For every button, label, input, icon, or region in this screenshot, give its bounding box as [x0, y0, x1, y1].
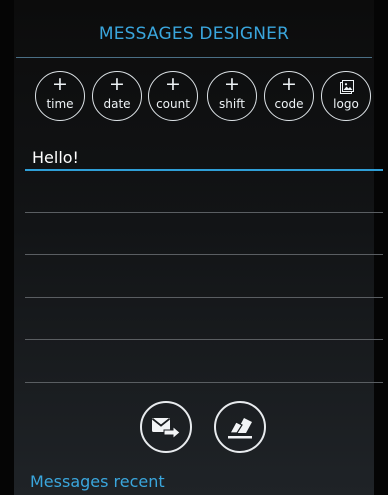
page-title: MESSAGES DESIGNER: [98, 24, 290, 44]
plus-icon: +: [224, 73, 240, 95]
add-code-button[interactable]: + code: [264, 71, 314, 121]
add-shift-button[interactable]: + shift: [207, 71, 257, 121]
empty-message-line: [25, 254, 383, 255]
eraser-icon: [228, 418, 252, 439]
add-count-button[interactable]: + count: [148, 71, 198, 121]
add-time-button[interactable]: + time: [35, 71, 85, 121]
plus-icon: +: [109, 73, 125, 95]
title-divider: [16, 57, 372, 58]
send-message-icon: [151, 418, 181, 440]
add-logo-label: logo: [333, 97, 359, 111]
clear-message-button[interactable]: [214, 401, 266, 453]
add-date-label: date: [103, 97, 131, 111]
empty-message-line: [25, 297, 383, 298]
add-shift-label: shift: [219, 97, 245, 111]
right-edge-shade: [374, 0, 388, 495]
insert-token-buttons: + time + date + count + shift + code log: [35, 71, 375, 121]
add-code-label: code: [274, 97, 304, 111]
image-icon: [340, 80, 354, 94]
empty-message-line: [25, 339, 383, 340]
plus-icon: +: [52, 73, 68, 95]
messages-recent-heading: Messages recent: [30, 472, 165, 491]
empty-message-line: [25, 382, 383, 383]
message-input-underline: [25, 169, 383, 171]
send-message-button[interactable]: [140, 401, 192, 453]
add-date-button[interactable]: + date: [92, 71, 142, 121]
empty-message-line: [25, 212, 383, 213]
add-time-label: time: [46, 97, 74, 111]
plus-icon: +: [281, 73, 297, 95]
left-edge-shade: [0, 0, 14, 495]
add-count-label: count: [156, 97, 190, 111]
messages-designer-screen: MESSAGES DESIGNER + time + date + count …: [0, 0, 388, 495]
plus-icon: +: [165, 73, 181, 95]
message-text-input[interactable]: [26, 144, 382, 170]
add-logo-button[interactable]: logo: [321, 71, 371, 121]
